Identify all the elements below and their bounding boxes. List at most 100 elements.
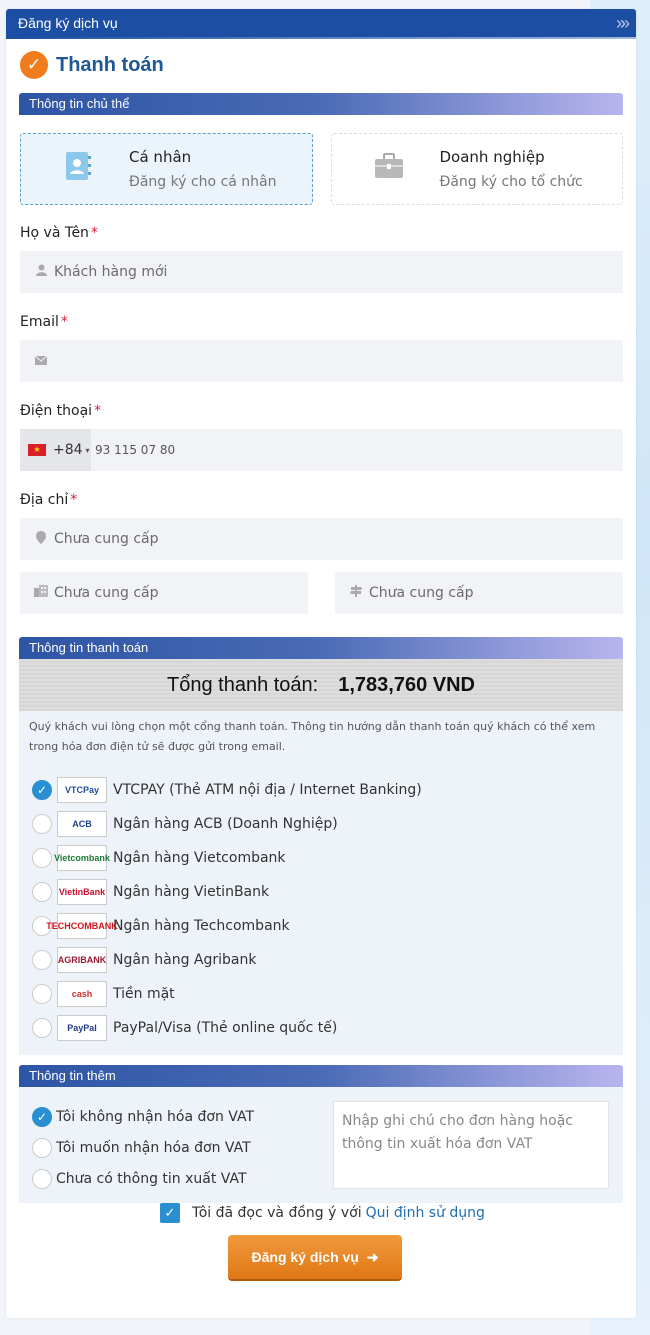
type-desc: Đăng ký cho cá nhân	[129, 174, 277, 190]
vat-option-label: Tôi không nhận hóa đơn VAT	[56, 1108, 254, 1125]
total-label: Tổng thanh toán:	[167, 673, 319, 696]
map-marker-icon	[34, 530, 48, 548]
radio-button[interactable]	[32, 950, 52, 970]
radio-button[interactable]	[32, 1168, 52, 1189]
header-title: Đăng ký dịch vụ	[18, 15, 118, 31]
user-icon	[34, 264, 48, 280]
radio-button[interactable]	[32, 848, 52, 868]
building-icon	[34, 585, 48, 601]
vat-option[interactable]: Chưa có thông tin xuất VAT	[32, 1163, 254, 1194]
city-field[interactable]: Chưa cung cấp	[20, 572, 308, 614]
order-note-textarea[interactable]: Nhập ghi chú cho đơn hàng hoặc thông tin…	[333, 1101, 609, 1189]
method-name: Ngân hàng ACB (Doanh Nghiệp)	[113, 816, 338, 832]
extra-panel: ✓ Tôi không nhận hóa đơn VAT Tôi muốn nhận…	[19, 1087, 623, 1203]
bank-logo-text: TECHCOMBANK	[46, 921, 118, 931]
phone-field[interactable]: ★ +84 ▾ 93 115 07 80	[20, 429, 623, 471]
email-label-text: Email	[20, 314, 59, 330]
radio-button[interactable]: ✓	[32, 780, 52, 800]
method-name: VTCPAY (Thẻ ATM nội địa / Internet Banki…	[113, 782, 422, 798]
radio-button[interactable]	[32, 984, 52, 1004]
bank-logo: cash	[57, 981, 107, 1007]
type-label: Doanh nghiệp	[439, 148, 545, 166]
vat-option[interactable]: ✓ Tôi không nhận hóa đơn VAT	[32, 1101, 254, 1132]
register-button-label: Đăng ký dịch vụ	[251, 1248, 359, 1265]
type-card-business[interactable]: Doanh nghiệp Đăng ký cho tổ chức	[330, 133, 623, 205]
email-label: Email *	[20, 314, 636, 334]
registration-card: Đăng ký dịch vụ »» ✓ Thanh toán Thông ti…	[6, 9, 636, 1318]
country-code-selector[interactable]: ★ +84 ▾	[20, 429, 91, 471]
bank-logo: VietinBank	[57, 879, 107, 905]
arrow-circle-right-icon: ➜	[366, 1248, 379, 1265]
radio-button[interactable]	[32, 882, 52, 902]
section-subject: Thông tin chủ thể	[19, 93, 623, 115]
required-mark: *	[90, 225, 98, 241]
name-value: Khách hàng mới	[54, 264, 168, 280]
phone-value: 93 115 07 80	[95, 443, 176, 457]
bank-logo: TECHCOMBANK	[46, 913, 118, 939]
bank-logo-text: VietinBank	[58, 887, 106, 897]
payment-method[interactable]: VietinBank Ngân hàng VietinBank	[32, 875, 623, 909]
register-button[interactable]: Đăng ký dịch vụ ➜	[228, 1235, 402, 1279]
method-name: Tiền mặt	[113, 986, 175, 1002]
section-extra: Thông tin thêm	[19, 1065, 623, 1087]
payment-panel: Tổng thanh toán: 1,783,760 VND Quý khách…	[19, 659, 623, 1055]
terms-link[interactable]: Qui định sử dụng	[366, 1205, 485, 1221]
district-field[interactable]: Chưa cung cấp	[335, 572, 623, 614]
radio-button[interactable]	[32, 814, 52, 834]
type-card-personal[interactable]: Cá nhân Đăng ký cho cá nhân	[20, 133, 313, 205]
caret-down-icon: ▾	[85, 445, 90, 455]
method-name: PayPal/Visa (Thẻ online quốc tế)	[113, 1020, 338, 1036]
payment-method[interactable]: TECHCOMBANK Ngân hàng Techcombank	[32, 909, 623, 943]
bank-logo-text: cash	[71, 989, 93, 999]
location-row: Chưa cung cấp Chưa cung cấp	[20, 572, 623, 614]
method-name: Ngân hàng VietinBank	[113, 884, 270, 900]
agree-checkbox[interactable]: ✓	[160, 1203, 180, 1223]
method-name: Ngân hàng Techcombank	[113, 918, 290, 934]
address-field[interactable]: Chưa cung cấp	[20, 518, 623, 560]
bank-logo: ACB	[57, 811, 107, 837]
radio-button[interactable]: ✓	[32, 1106, 52, 1127]
agreement-row: ✓ Tôi đã đọc và đồng ý với Qui định sử d…	[160, 1203, 485, 1223]
agree-text: Tôi đã đọc và đồng ý với	[192, 1205, 362, 1221]
bank-logo-text: PayPal	[67, 1023, 97, 1033]
envelope-icon	[34, 354, 48, 369]
phone-label: Điện thoại *	[20, 403, 636, 423]
payment-method[interactable]: Vietcombank Ngân hàng Vietcombank	[32, 841, 623, 875]
country-code: +84	[53, 442, 83, 458]
name-field[interactable]: Khách hàng mới	[20, 251, 623, 293]
payment-method[interactable]: ✓ VTCPay VTCPAY (Thẻ ATM nội địa / Interne…	[32, 773, 623, 807]
radio-button[interactable]	[32, 1018, 52, 1038]
vietnam-flag-icon: ★	[28, 444, 46, 456]
required-mark: *	[94, 403, 102, 419]
payment-method[interactable]: AGRIBANK Ngân hàng Agribank	[32, 943, 623, 977]
method-name: Ngân hàng Agribank	[113, 952, 257, 968]
type-desc: Đăng ký cho tổ chức	[439, 174, 583, 190]
vat-option-label: Tôi muốn nhận hóa đơn VAT	[56, 1139, 251, 1156]
bank-logo-text: ACB	[72, 819, 92, 829]
bank-logo: PayPal	[57, 1015, 107, 1041]
type-label: Cá nhân	[129, 148, 192, 166]
radio-button[interactable]	[32, 1137, 52, 1158]
signpost-icon	[349, 585, 363, 601]
bank-logo-text: Vietcombank	[54, 853, 110, 863]
payment-method[interactable]: ACB Ngân hàng ACB (Doanh Nghiệp)	[32, 807, 623, 841]
vat-option-label: Chưa có thông tin xuất VAT	[56, 1170, 247, 1187]
bank-logo: Vietcombank	[54, 845, 110, 871]
payment-method[interactable]: PayPal PayPal/Visa (Thẻ online quốc tế)	[32, 1011, 623, 1045]
payment-note: Quý khách vui lòng chọn một cổng thanh t…	[29, 720, 596, 753]
section-payment: Thông tin thanh toán	[19, 637, 623, 659]
address-label-text: Địa chỉ	[20, 492, 69, 508]
name-label-text: Họ và Tên	[20, 225, 89, 241]
email-field[interactable]	[20, 340, 623, 382]
bank-logo: VTCPay	[57, 777, 107, 803]
payment-methods: ✓ VTCPay VTCPAY (Thẻ ATM nội địa / Interne…	[19, 757, 623, 1055]
district-placeholder: Chưa cung cấp	[369, 585, 474, 601]
total-row: Tổng thanh toán: 1,783,760 VND	[19, 659, 623, 711]
payment-method[interactable]: cash Tiền mặt	[32, 977, 623, 1011]
double-chevron-right-icon[interactable]: »»	[616, 13, 630, 34]
page-title-row: ✓ Thanh toán	[20, 51, 636, 79]
vat-option[interactable]: Tôi muốn nhận hóa đơn VAT	[32, 1132, 254, 1163]
address-placeholder: Chưa cung cấp	[54, 531, 159, 547]
bank-logo-text: AGRIBANK	[57, 955, 107, 965]
required-mark: *	[70, 492, 78, 508]
